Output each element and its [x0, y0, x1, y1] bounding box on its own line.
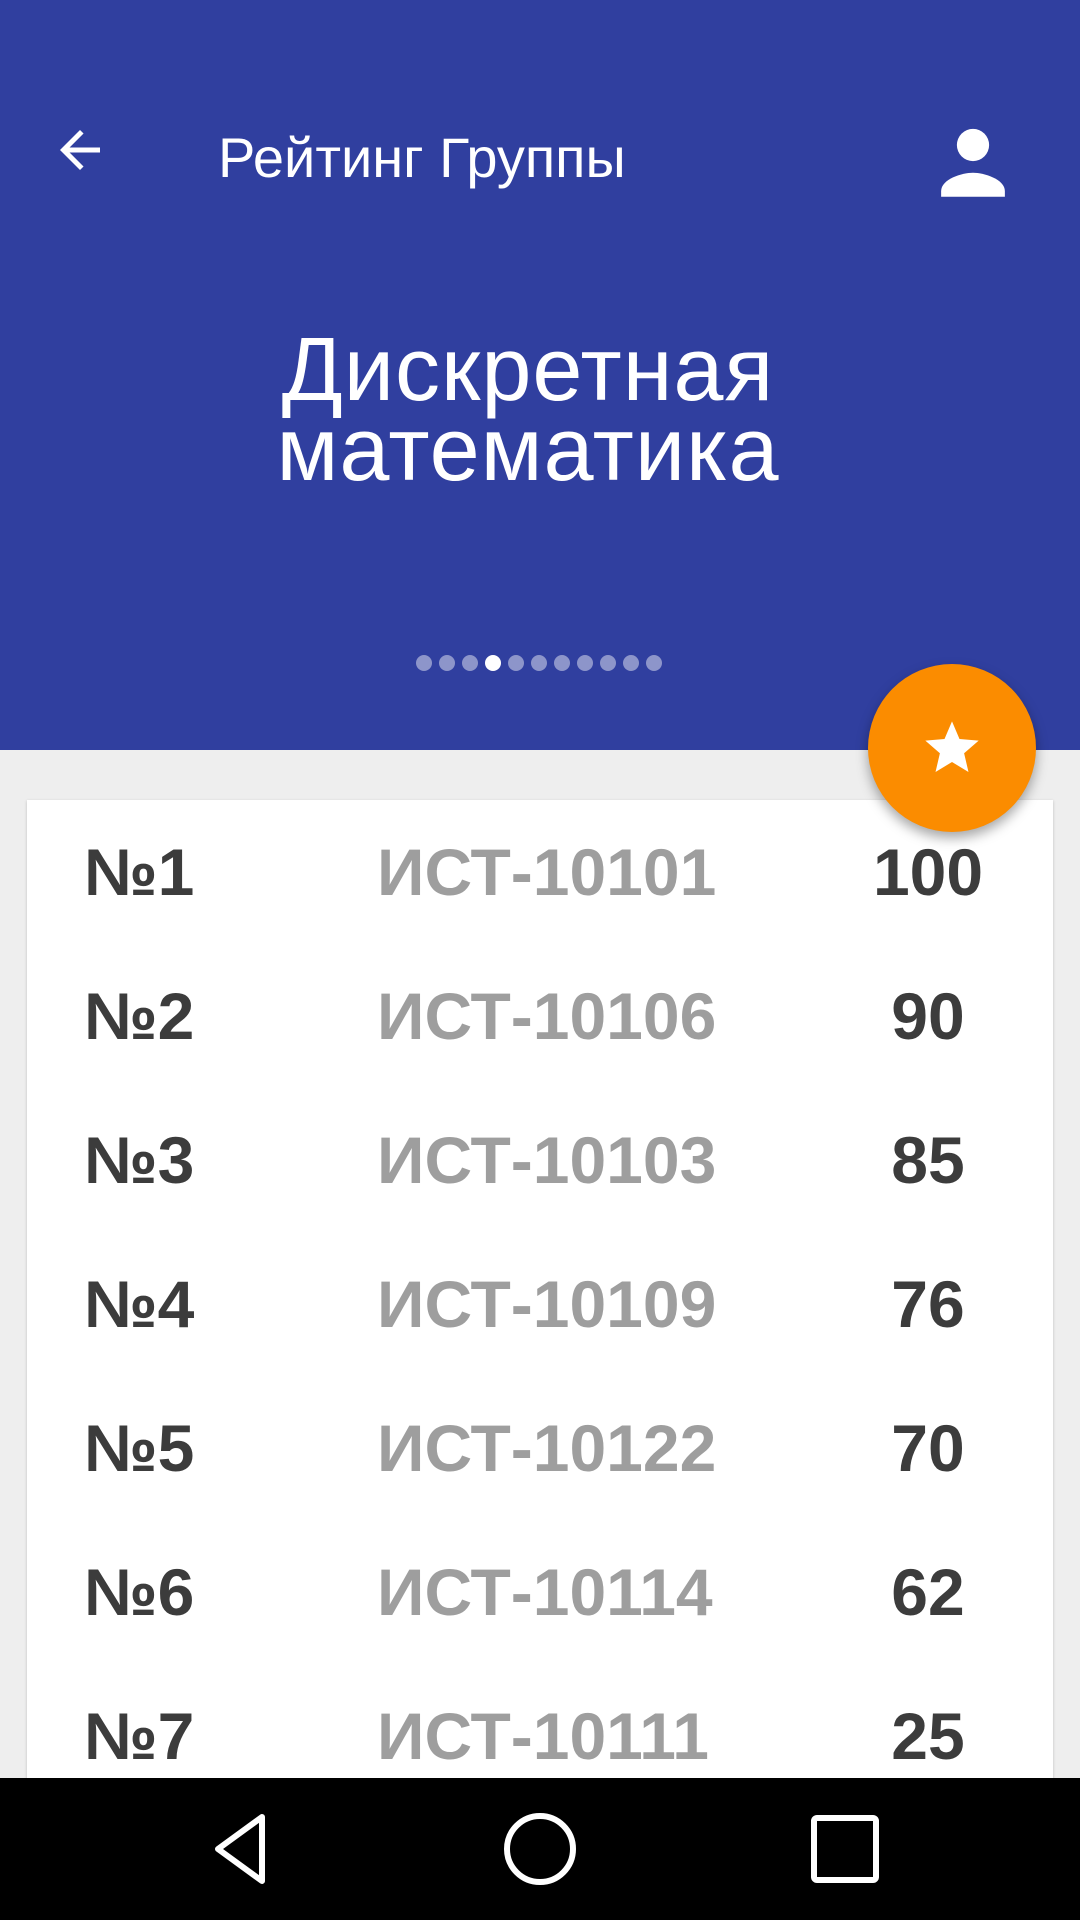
profile-button[interactable]	[920, 110, 1025, 215]
ranking-card: №1 ИСТ-10101 100 №2 ИСТ-10106 90 №3 ИСТ-10103 85…	[27, 800, 1053, 1920]
nav-home-button[interactable]	[490, 1799, 590, 1899]
ranking-row[interactable]: №3 ИСТ-10103 85	[27, 1088, 1053, 1232]
score-value: 62	[891, 1555, 965, 1629]
page-dot[interactable]	[531, 655, 547, 671]
group-name: ИСТ-10106	[377, 979, 717, 1053]
ranking-row[interactable]: №5 ИСТ-10122 70	[27, 1376, 1053, 1520]
group-name: ИСТ-10109	[377, 1267, 717, 1341]
page-dot[interactable]	[646, 655, 662, 671]
system-navigation-bar	[0, 1778, 1080, 1920]
page-dot[interactable]	[577, 655, 593, 671]
star-icon	[925, 721, 979, 772]
favorite-fab[interactable]	[868, 664, 1036, 832]
page-dot[interactable]	[600, 655, 616, 671]
group-name: ИСТ-10122	[377, 1411, 717, 1485]
page-dot[interactable]	[623, 655, 639, 671]
person-icon	[940, 128, 1005, 197]
rank-label: №5	[84, 1411, 195, 1485]
rank-label: №4	[84, 1267, 195, 1341]
group-name: ИСТ-10114	[377, 1555, 713, 1629]
nav-back-icon	[215, 1814, 265, 1884]
nav-back-button[interactable]	[190, 1799, 290, 1899]
nav-recents-button[interactable]	[795, 1799, 895, 1899]
subject-title-line2: математика	[276, 400, 780, 500]
rank-label: №2	[84, 979, 195, 1053]
rank-label: №3	[84, 1123, 195, 1197]
group-name: ИСТ-10103	[377, 1123, 717, 1197]
score-value: 90	[891, 979, 965, 1053]
screen: Рейтинг Группы Дискретная математика №1 И…	[0, 0, 1080, 1920]
score-value: 70	[891, 1411, 965, 1485]
page-dot[interactable]	[508, 655, 524, 671]
ranking-row[interactable]: №4 ИСТ-10109 76	[27, 1232, 1053, 1376]
page-dot-active[interactable]	[485, 655, 501, 671]
group-name: ИСТ-10101	[377, 835, 717, 909]
score-value: 85	[891, 1123, 965, 1197]
page-dot[interactable]	[416, 655, 432, 671]
ranking-row[interactable]: №1 ИСТ-10101 100	[27, 800, 1053, 944]
toolbar-title: Рейтинг Группы	[218, 126, 626, 189]
nav-recents-icon	[811, 1815, 879, 1883]
arrow-back-icon	[60, 130, 100, 170]
subject-title: Дискретная математика	[0, 320, 1056, 500]
subject-title-line1: Дискретная	[281, 320, 775, 420]
app-header: Рейтинг Группы Дискретная математика	[0, 0, 1080, 750]
score-value: 76	[891, 1267, 965, 1341]
back-button[interactable]	[30, 100, 130, 200]
rank-label: №6	[84, 1555, 195, 1629]
page-dot[interactable]	[439, 655, 455, 671]
nav-home-icon	[504, 1813, 576, 1885]
ranking-row[interactable]: №6 ИСТ-10114 62	[27, 1520, 1053, 1664]
ranking-row[interactable]: №2 ИСТ-10106 90	[27, 944, 1053, 1088]
page-dot[interactable]	[554, 655, 570, 671]
page-dot[interactable]	[462, 655, 478, 671]
rank-label: №1	[84, 835, 195, 909]
